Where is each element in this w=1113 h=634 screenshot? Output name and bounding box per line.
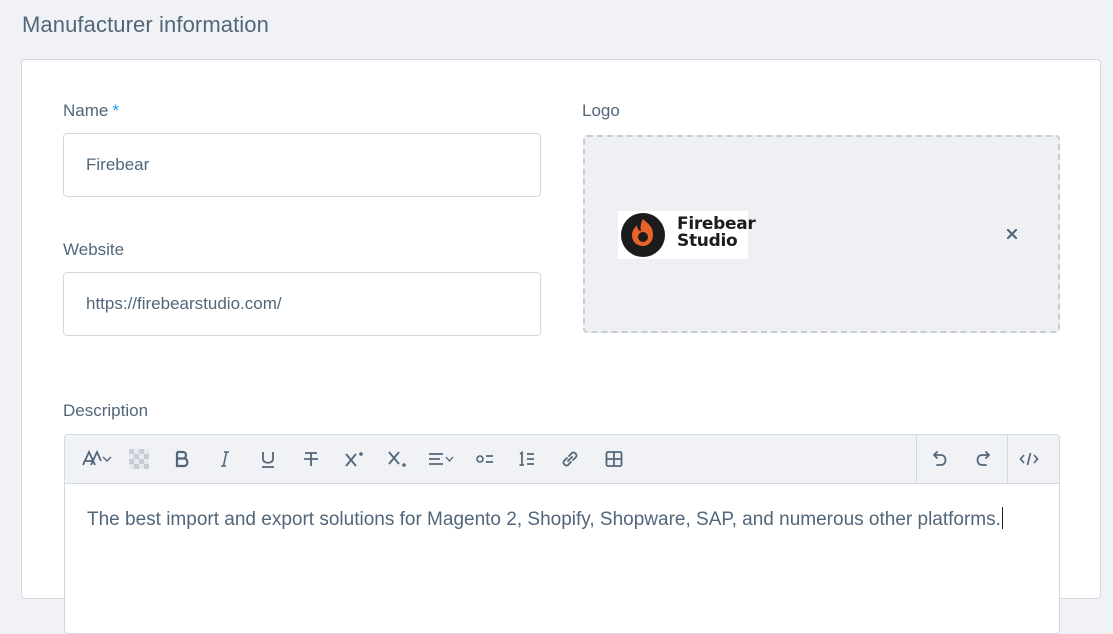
subscript-icon[interactable] [382, 444, 412, 474]
bold-icon[interactable] [167, 444, 197, 474]
logo-image: Firebear Studio [618, 211, 756, 259]
logo-wordmark: Firebear Studio [677, 216, 756, 250]
editor-toolbar [65, 435, 1059, 484]
remove-logo-button[interactable] [1002, 224, 1022, 244]
code-view-icon[interactable] [1014, 444, 1044, 474]
italic-icon[interactable] [210, 444, 240, 474]
toolbar-separator [1007, 435, 1008, 484]
firebear-logo-mark [621, 213, 665, 257]
description-editor: The best import and export solutions for… [64, 434, 1060, 634]
manufacturer-card: Name* Website Logo Firebear Studio Descr… [21, 59, 1101, 634]
description-label: Description [63, 401, 149, 420]
editor-content[interactable]: The best import and export solutions for… [65, 484, 1059, 555]
close-icon [1006, 228, 1018, 240]
website-input[interactable] [63, 272, 541, 336]
logo-label: Logo [582, 101, 620, 120]
name-label: Name * [63, 101, 119, 121]
description-text: The best import and export solutions for… [87, 509, 1001, 530]
numbered-list-icon[interactable] [512, 444, 542, 474]
undo-icon[interactable] [924, 444, 954, 474]
link-icon[interactable] [555, 444, 585, 474]
text-caret [1001, 507, 1003, 529]
underline-icon[interactable] [253, 444, 283, 474]
text-style-icon[interactable] [79, 444, 115, 474]
name-input[interactable] [63, 133, 541, 197]
toolbar-separator [916, 435, 917, 484]
bullet-list-icon[interactable] [470, 444, 500, 474]
name-label-text: Name [63, 101, 109, 120]
redo-icon[interactable] [969, 444, 999, 474]
highlight-icon[interactable] [124, 444, 154, 474]
strikethrough-icon[interactable] [296, 444, 326, 474]
required-marker: * [112, 101, 119, 120]
logo-text-line2: Studio [677, 231, 738, 251]
table-icon[interactable] [599, 444, 629, 474]
align-icon[interactable] [423, 444, 459, 474]
website-label: Website [63, 240, 125, 259]
superscript-icon[interactable] [339, 444, 369, 474]
logo-dropzone[interactable]: Firebear Studio [583, 135, 1060, 333]
section-title: Manufacturer information [22, 12, 269, 37]
